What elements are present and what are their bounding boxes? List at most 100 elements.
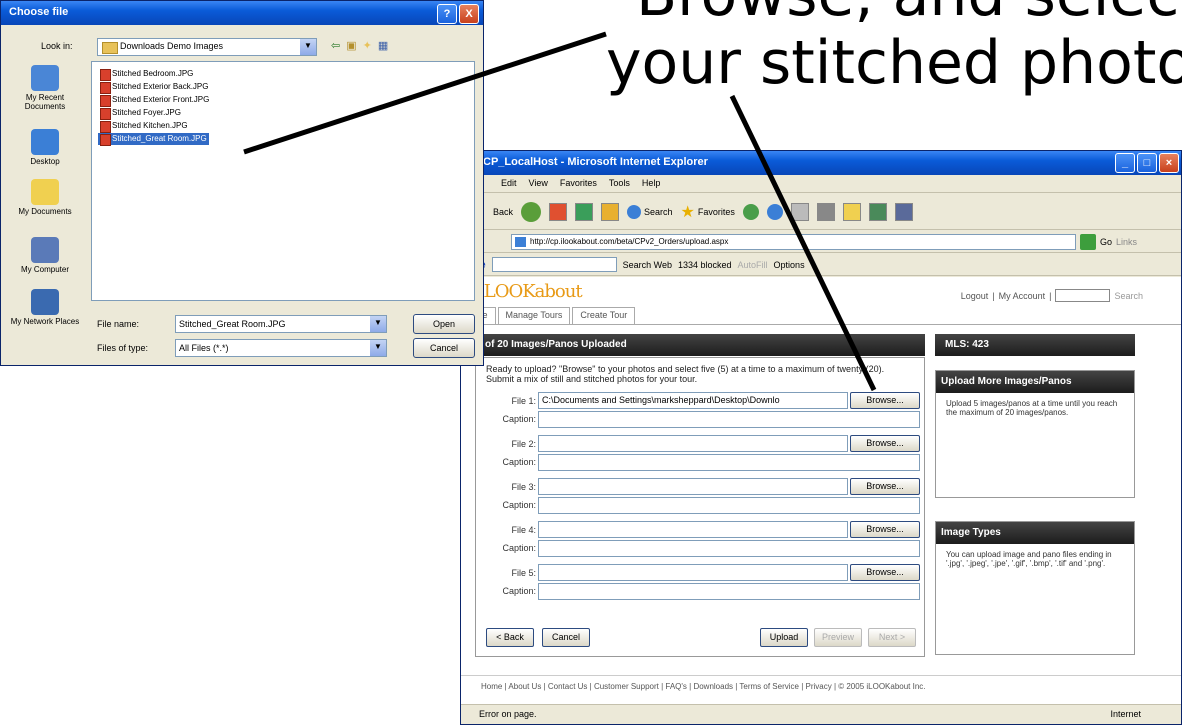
maximize-button[interactable]: □ — [1137, 153, 1157, 173]
chevron-down-icon[interactable]: ▼ — [300, 39, 316, 55]
files-of-type-select[interactable]: All Files (*.*) ▼ — [175, 339, 387, 357]
menu-help[interactable]: Help — [642, 178, 661, 192]
file-2-input[interactable] — [538, 435, 848, 452]
browse-button-2[interactable]: Browse... — [850, 435, 920, 452]
refresh-icon[interactable] — [575, 202, 594, 221]
caption-label: Caption: — [502, 457, 536, 467]
blocked-count[interactable]: 1334 blocked — [678, 260, 732, 270]
view-menu-icon[interactable]: ▦ — [378, 39, 388, 52]
list-item[interactable]: Stitched Exterior Front.JPG — [98, 94, 211, 107]
tab-create-tour[interactable]: Create Tour — [572, 307, 636, 324]
caption-5-input[interactable] — [538, 583, 920, 600]
back-arrow-icon[interactable]: ⇦ — [331, 39, 340, 52]
folder-icon[interactable] — [842, 202, 861, 221]
site-search-button[interactable]: Search — [1114, 291, 1143, 301]
place-network[interactable]: My Network Places — [5, 289, 85, 326]
autofill-button[interactable]: AutoFill — [738, 260, 768, 270]
list-item[interactable]: Stitched Exterior Back.JPG — [98, 81, 210, 94]
up-folder-icon[interactable]: ▣ — [346, 39, 356, 52]
mail-icon[interactable] — [790, 202, 809, 221]
place-recent[interactable]: My Recent Documents — [5, 65, 85, 111]
address-input[interactable]: http://cp.ilookabout.com/beta/CPv2_Order… — [511, 233, 1076, 250]
help-button[interactable]: ? — [437, 4, 457, 24]
caption-4-input[interactable] — [538, 540, 920, 557]
logout-link[interactable]: Logout — [961, 291, 989, 301]
links-label[interactable]: Links — [1116, 237, 1137, 247]
place-label: My Recent Documents — [24, 93, 66, 111]
menu-favorites[interactable]: Favorites — [560, 178, 597, 192]
ilookabout-logo[interactable]: iLOOKabout — [479, 281, 583, 302]
preview-button[interactable]: Preview — [814, 628, 862, 647]
site-search-input[interactable] — [1055, 289, 1111, 302]
menu-view[interactable]: View — [529, 178, 548, 192]
upload-button[interactable]: Upload — [760, 628, 808, 647]
file-1-input[interactable]: C:\Documents and Settings\marksheppard\D… — [538, 392, 848, 409]
image-types-header: Image Types — [936, 522, 1134, 544]
place-my-documents[interactable]: My Documents — [5, 179, 85, 216]
new-folder-icon[interactable]: ✦ — [363, 39, 372, 52]
page-footer[interactable]: Home | About Us | Contact Us | Customer … — [461, 675, 1181, 697]
look-in-select[interactable]: Downloads Demo Images ▼ — [97, 38, 317, 56]
back-button[interactable]: Back — [493, 207, 513, 217]
file-row: File 3: Browse... Caption: — [476, 478, 926, 518]
file-label: File 2: — [511, 439, 536, 449]
caption-1-input[interactable] — [538, 411, 920, 428]
ie-window: CP_LocalHost - Microsoft Internet Explor… — [460, 150, 1182, 725]
close-button[interactable]: × — [1159, 153, 1179, 173]
history-icon[interactable] — [766, 203, 783, 220]
browse-button-4[interactable]: Browse... — [850, 521, 920, 538]
options-button[interactable]: Options — [774, 260, 805, 270]
forward-icon[interactable] — [521, 201, 542, 222]
choose-file-dialog: Choose file ? X Look in: Downloads Demo … — [0, 0, 484, 366]
my-account-link[interactable]: My Account — [999, 291, 1046, 301]
file-name-input[interactable]: Stitched_Great Room.JPG ▼ — [175, 315, 387, 333]
file-4-input[interactable] — [538, 521, 848, 538]
menu-edit[interactable]: Edit — [501, 178, 517, 192]
list-item[interactable]: Stitched Foyer.JPG — [98, 107, 183, 120]
list-item[interactable]: Stitched Bedroom.JPG — [98, 68, 195, 81]
stop-icon[interactable] — [549, 202, 568, 221]
dialog-close-button[interactable]: X — [459, 4, 479, 24]
place-desktop[interactable]: Desktop — [5, 129, 85, 166]
home-icon[interactable] — [601, 202, 620, 221]
browse-button-3[interactable]: Browse... — [850, 478, 920, 495]
menu-tools[interactable]: Tools — [609, 178, 630, 192]
cancel-wizard-button[interactable]: Cancel — [542, 628, 590, 647]
status-text[interactable]: Error on page. — [479, 709, 537, 719]
search-icon — [627, 204, 642, 219]
file-row: File 4: Browse... Caption: — [476, 521, 926, 561]
back-wizard-button[interactable]: < Back — [486, 628, 534, 647]
search-button[interactable]: Search — [627, 204, 673, 219]
search-web-button[interactable]: Search Web — [623, 260, 672, 270]
wizard-buttons: < Back Cancel Upload Preview Next > — [486, 628, 926, 650]
file-5-input[interactable] — [538, 564, 848, 581]
research-icon[interactable] — [894, 202, 913, 221]
google-search-input[interactable] — [491, 257, 617, 272]
places-bar: My Recent Documents Desktop My Documents… — [5, 61, 85, 349]
next-button[interactable]: Next > — [868, 628, 916, 647]
place-my-computer[interactable]: My Computer — [5, 237, 85, 274]
list-item-selected[interactable]: Stitched_Great Room.JPG — [98, 133, 209, 146]
tab-manage-tours[interactable]: Manage Tours — [497, 307, 571, 324]
list-item[interactable]: Stitched Kitchen.JPG — [98, 120, 190, 133]
minimize-button[interactable]: _ — [1115, 153, 1135, 173]
favorites-button[interactable]: ★ Favorites — [681, 202, 735, 222]
browse-button-5[interactable]: Browse... — [850, 564, 920, 581]
messenger-icon[interactable] — [868, 202, 887, 221]
chevron-down-icon[interactable]: ▼ — [370, 316, 386, 332]
caption-2-input[interactable] — [538, 454, 920, 471]
ie-title-bar[interactable]: CP_LocalHost - Microsoft Internet Explor… — [461, 151, 1181, 175]
upload-panel-header: of 20 Images/Panos Uploaded — [475, 334, 925, 356]
caption-3-input[interactable] — [538, 497, 920, 514]
cancel-button[interactable]: Cancel — [413, 338, 475, 358]
chevron-down-icon[interactable]: ▼ — [370, 340, 386, 356]
browse-button-1[interactable]: Browse... — [850, 392, 920, 409]
go-icon[interactable] — [1080, 233, 1096, 250]
go-label[interactable]: Go — [1100, 237, 1112, 247]
dialog-title-bar[interactable]: Choose file ? X — [1, 1, 483, 25]
print-icon[interactable] — [816, 202, 835, 221]
media-icon[interactable] — [742, 203, 759, 220]
open-button[interactable]: Open — [413, 314, 475, 334]
upload-more-box: Upload More Images/Panos Upload 5 images… — [935, 370, 1135, 498]
file-3-input[interactable] — [538, 478, 848, 495]
